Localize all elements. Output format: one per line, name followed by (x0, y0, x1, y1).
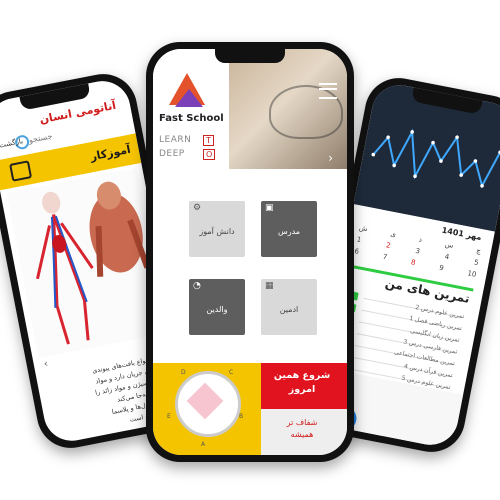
tile-label: والدین (206, 305, 228, 314)
hero-image: › (229, 49, 347, 169)
tile-label: مدرس (277, 227, 301, 236)
tagline-line: شفاف تر (286, 418, 318, 427)
grid-icon: ▦ (265, 281, 274, 291)
chart-series-line (372, 128, 500, 189)
gear-icon: ⚙ (193, 203, 202, 213)
brand-name: Fast School (159, 113, 224, 124)
calendar-cell: س (444, 240, 455, 250)
calendar-day[interactable]: 1 (356, 236, 362, 245)
calendar-cell: ی (389, 229, 397, 239)
role-tile-student[interactable]: ⚙ دانش آموز (189, 201, 245, 257)
tagline: شفاف تر همیشه (265, 417, 339, 441)
tagline-panel: شفاف تر همیشه (261, 409, 347, 455)
banner-title: آموزکار (89, 142, 132, 164)
slogan-learn: LEARN (159, 135, 192, 145)
calendar-cell: ش (358, 223, 369, 234)
calendar-cell: د (418, 235, 423, 244)
role-tile-admin[interactable]: ▦ ادمین (261, 279, 317, 335)
prev-page-button[interactable]: ‹ (43, 358, 49, 370)
calendar-day[interactable]: 9 (438, 264, 444, 273)
book-icon: ▣ (265, 203, 274, 213)
calendar-day[interactable]: 3 (415, 247, 421, 256)
calendar-day[interactable]: 10 (467, 269, 477, 279)
calendar-day[interactable]: 7 (382, 253, 388, 262)
radar-label: B (239, 413, 244, 420)
chevron-right-icon[interactable]: › (328, 151, 333, 165)
brand-area: Fast School LEARN DEEP T O (153, 49, 229, 169)
calendar-day[interactable]: 2 (385, 241, 391, 250)
tile-label: دانش آموز (199, 227, 235, 236)
slogan-o: O (203, 149, 216, 160)
calendar-day[interactable]: 4 (444, 253, 450, 262)
search-input[interactable]: جستجو (28, 131, 53, 144)
cta-line: امروز (288, 384, 316, 395)
menu-icon[interactable] (319, 83, 337, 99)
phone-center: Fast School LEARN DEEP T O › ⚙ دانش آموز… (146, 42, 354, 462)
calendar-day[interactable]: 6 (354, 247, 360, 256)
slogan-deep: DEEP (159, 149, 185, 159)
logo-accent-icon (175, 89, 203, 107)
calendar-cell: چ (475, 246, 482, 256)
role-tile-parents[interactable]: ◔ والدین (189, 279, 245, 335)
radar-shape (186, 382, 224, 420)
radar-label: C (229, 369, 234, 376)
skills-panel: A B C D E (153, 363, 261, 455)
start-today-label: شروع همین امروز (265, 369, 339, 397)
tile-label: ادمین (279, 305, 299, 314)
calendar-day[interactable]: 5 (473, 258, 479, 267)
radar-label: D (181, 369, 186, 376)
radar-label: E (167, 413, 171, 420)
slogan-t: T (203, 135, 214, 146)
anatomy-illustration (6, 167, 169, 359)
radar-chart (175, 371, 241, 437)
start-today-button[interactable]: شروع همین امروز (261, 363, 347, 409)
phone-center-screen: Fast School LEARN DEEP T O › ⚙ دانش آموز… (153, 49, 347, 455)
calendar-day[interactable]: 8 (410, 258, 416, 267)
clock-icon: ◔ (193, 281, 201, 291)
radar-label: A (201, 441, 206, 448)
fullscreen-icon[interactable] (9, 160, 33, 182)
role-tile-teacher[interactable]: ▣ مدرس (261, 201, 317, 257)
tagline-line: همیشه (290, 430, 314, 439)
cta-line: شروع همین (273, 370, 331, 381)
promo-footer: A B C D E شروع همین امروز شفاف تر همیشه (153, 363, 347, 455)
phone-notch (215, 49, 285, 63)
calendar-title: مهر 1401 (441, 225, 483, 243)
